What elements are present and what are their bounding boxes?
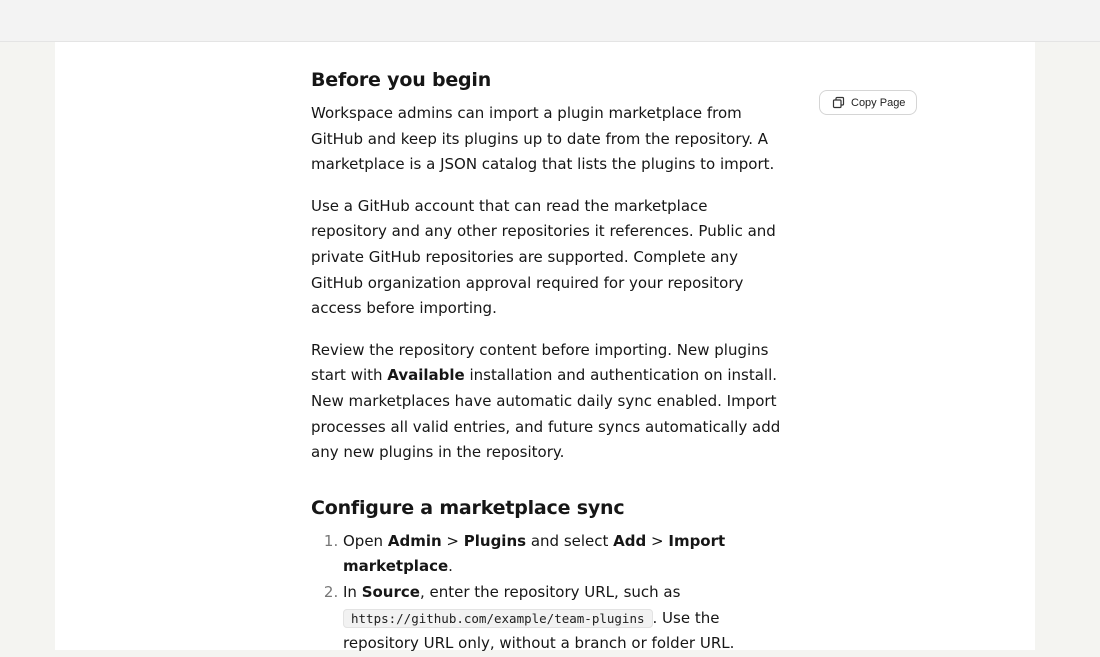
configuration-step-2: In Source, enter the repository URL, suc… [343,580,781,657]
configuration-steps-list: Open Admin > Plugins and select Add > Im… [311,529,781,657]
copy-icon [831,96,845,110]
configuration-step-1: Open Admin > Plugins and select Add > Im… [343,529,781,580]
step-1-greater-than-1: > [441,531,464,550]
repository-url-example: https://github.com/example/team-plugins [343,608,653,628]
top-bar [0,0,1100,42]
plugins-bold-text: Plugins [463,531,527,550]
before-paragraph-3: Review the repository content before imp… [311,338,781,466]
add-bold-text: Add [613,531,647,550]
step-1-open-text: Open [343,531,388,550]
source-bold-text: Source [361,582,420,601]
before-you-begin-heading: Before you begin [311,69,492,91]
step-1-and-select-text: and select [526,531,614,550]
before-paragraph-1: Workspace admins can import a plugin mar… [311,104,775,174]
step-2-description-text: , enter the repository URL, such as [419,582,681,601]
article-content: Before you begin Workspace admins can im… [311,66,781,657]
available-bold-text: Available [387,366,465,385]
step-1-greater-than-2: > [646,531,669,550]
configure-marketplace-sync-heading: Configure a marketplace sync [311,496,625,519]
step-1-period: . [448,557,453,576]
copy-page-label: Copy Page [851,96,906,109]
admin-bold-text: Admin [387,531,442,550]
copy-page-button[interactable]: Copy Page [819,90,917,115]
before-paragraph-2: Use a GitHub account that can read the m… [311,196,776,318]
step-2-in-text: In [343,582,362,601]
document-page: Copy Page Before you begin Workspace adm… [55,42,1035,652]
